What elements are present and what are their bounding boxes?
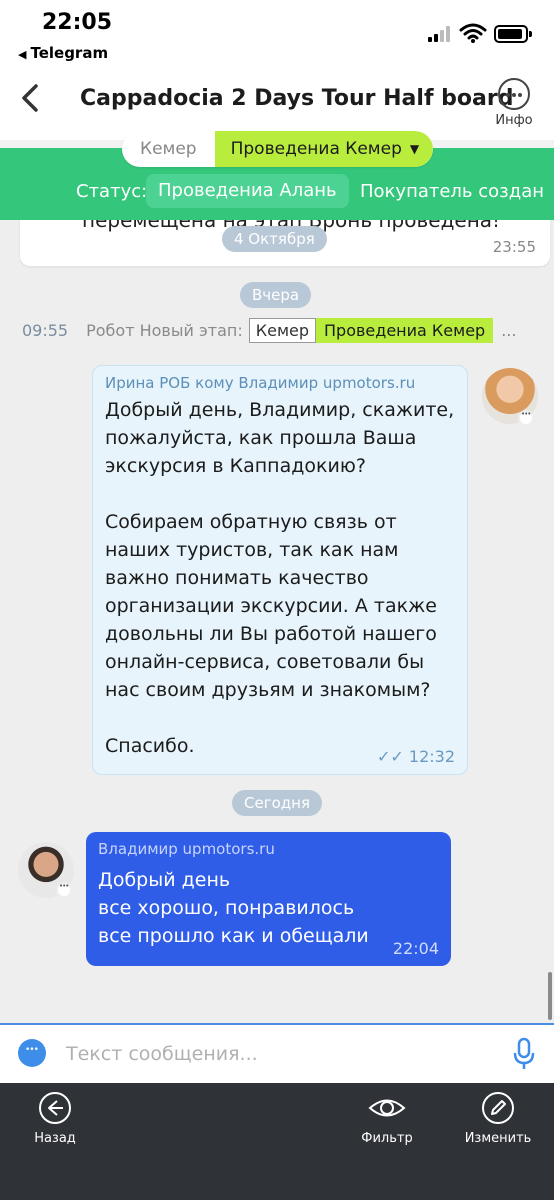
bottom-toolbar: Назад Фильтр Изменить <box>0 1083 554 1200</box>
info-button[interactable]: Инфо <box>484 78 544 134</box>
current-stage-dropdown[interactable]: Проведениа Кемер ▼ <box>214 131 434 167</box>
back-label: Назад <box>34 1131 76 1146</box>
date-separator: 4 Октября <box>222 226 327 252</box>
pencil-icon <box>482 1092 514 1124</box>
chat-area[interactable]: перемещена на этап Бронь проведена! 23:5… <box>0 220 554 1023</box>
info-label: Инфо <box>495 113 533 128</box>
filter-button[interactable]: Фильтр <box>342 1091 432 1146</box>
avatar-badge-icon <box>518 410 534 426</box>
message-footer: ✓✓ 12:32 <box>377 747 455 766</box>
wifi-icon <box>459 23 487 43</box>
back-to-app-link[interactable]: ◀ Telegram <box>18 44 108 62</box>
clock: 22:05 <box>42 10 113 35</box>
message-time: 12:32 <box>408 747 455 766</box>
double-check-icon: ✓✓ <box>376 747 409 766</box>
eye-icon <box>368 1099 406 1117</box>
back-circle-icon <box>39 1092 71 1124</box>
outgoing-message[interactable]: Владимир upmotors.ru Добрый день все хор… <box>86 832 451 966</box>
back-app-label: Telegram <box>30 44 109 62</box>
previous-stage[interactable]: Кемер <box>122 139 215 159</box>
edit-label: Изменить <box>464 1131 532 1146</box>
more-ellipsis[interactable]: ... <box>501 321 516 340</box>
back-triangle-icon: ◀ <box>18 48 27 61</box>
message-body: Добрый день, Владимир, скажите, пожалуйс… <box>105 399 455 757</box>
back-chevron-icon[interactable] <box>14 78 48 118</box>
date-separator: Сегодня <box>232 790 322 816</box>
chevron-down-icon: ▼ <box>409 142 420 156</box>
current-stage-label: Проведениа Кемер <box>230 139 402 159</box>
more-icon <box>498 78 530 110</box>
battery-icon <box>494 25 532 43</box>
message-sender: Владимир upmotors.ru <box>98 840 275 858</box>
buyer-status-text: Покупатель создан <box>360 181 544 202</box>
new-stage-tag: Проведениа Кемер <box>316 318 494 343</box>
microphone-icon[interactable] <box>512 1037 536 1071</box>
avatar-badge-icon <box>56 882 72 898</box>
event-text: Робот Новый этап: <box>86 321 243 340</box>
message-composer <box>0 1023 554 1083</box>
event-time: 09:55 <box>22 321 69 340</box>
filter-label: Фильтр <box>361 1131 413 1146</box>
message-body: Добрый день все хорошо, понравилось все … <box>98 869 369 947</box>
header: Cappadocia 2 Days Tour Half board Инфо <box>0 70 554 140</box>
incoming-message[interactable]: Ирина РОБ кому Владимир upmotors.ru Добр… <box>92 365 468 775</box>
edit-button[interactable]: Изменить <box>453 1091 543 1146</box>
message-time: 22:04 <box>392 939 439 958</box>
signal-icon <box>428 26 456 42</box>
status-bar: 22:05 ◀ Telegram <box>0 0 554 70</box>
page-title: Cappadocia 2 Days Tour Half board <box>80 86 514 111</box>
date-separator: Вчера <box>240 282 312 308</box>
chat-bubble-icon[interactable] <box>18 1039 46 1067</box>
message-sender: Ирина РОБ кому Владимир upmotors.ru <box>105 374 416 392</box>
status-label: Статус: <box>76 181 148 202</box>
message-input[interactable] <box>66 1035 486 1073</box>
system-event: 09:55 Робот Новый этап: Кемер Проведениа… <box>22 318 516 343</box>
message-time: 23:55 <box>492 238 536 256</box>
back-button[interactable]: Назад <box>10 1091 100 1146</box>
old-stage-tag: Кемер <box>248 318 317 343</box>
scrollbar[interactable] <box>548 972 552 1020</box>
status-row: Статус: Проведениа Алань Покупатель созд… <box>0 172 554 212</box>
status-badge[interactable]: Проведениа Алань <box>146 174 349 208</box>
stage-selector[interactable]: Кемер Проведениа Кемер ▼ <box>122 131 434 167</box>
